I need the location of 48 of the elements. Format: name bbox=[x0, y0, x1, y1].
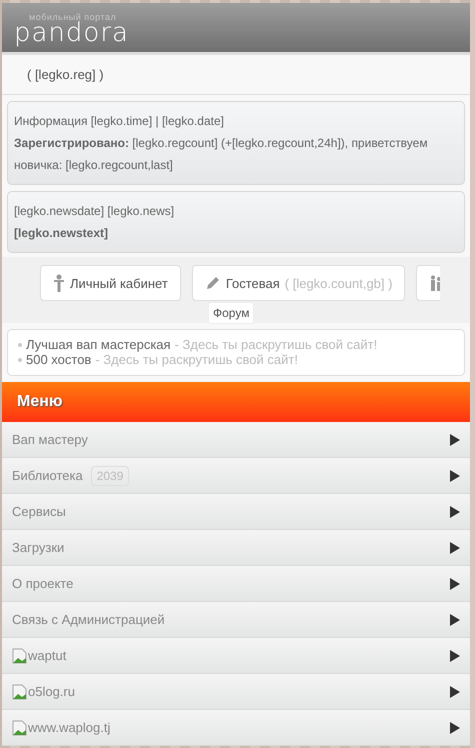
bullet-icon bbox=[18, 342, 22, 346]
arrow-icon bbox=[450, 722, 460, 734]
menu-item[interactable]: Связь с Администрацией bbox=[2, 602, 470, 638]
arrow-icon bbox=[450, 434, 460, 446]
ad-text: - Здесь ты раскрутишь свой сайт! bbox=[95, 352, 298, 367]
arrow-icon bbox=[450, 650, 460, 662]
menu-item[interactable]: О проекте bbox=[2, 566, 470, 602]
menu-label: Связь с Администрацией bbox=[12, 612, 165, 627]
ad-link[interactable]: Лучшая вап мастерская bbox=[26, 337, 171, 352]
broken-image-icon bbox=[12, 648, 28, 664]
menu-label: Вап мастеру bbox=[12, 432, 88, 447]
arrow-icon bbox=[450, 614, 460, 626]
tagline: мобильный портал bbox=[29, 12, 116, 22]
menu-label: О проекте bbox=[12, 576, 74, 591]
menu-label: Сервисы bbox=[12, 504, 66, 519]
menu-item[interactable]: Загрузки bbox=[2, 530, 470, 566]
menu-item[interactable]: Сервисы bbox=[2, 494, 470, 530]
reg-link[interactable]: ( [legko.reg] ) bbox=[2, 55, 470, 95]
menu-label: o5log.ru bbox=[28, 684, 75, 699]
arrow-icon bbox=[450, 578, 460, 590]
menu-label: Библиотека bbox=[12, 468, 83, 483]
news-text: [legko.newstext] bbox=[14, 225, 110, 242]
info-text: Информация [legko.time] | [legko.date] bbox=[14, 113, 225, 130]
arrow-icon bbox=[450, 542, 460, 554]
ad-link[interactable]: 500 хостов bbox=[26, 352, 92, 367]
menu-header: Меню bbox=[2, 382, 470, 422]
arrow-icon bbox=[450, 470, 460, 482]
menu-item[interactable]: Вап мастеру bbox=[2, 422, 470, 458]
person-icon bbox=[53, 274, 65, 292]
info-text: Зарегистрировано: [legko.regcount] (+[legko.regcount,24h]), приветствуем новичка: [legko.regcount,last] bbox=[14, 135, 429, 174]
menu-label: www.waplog.tj bbox=[28, 720, 110, 735]
pencil-icon bbox=[204, 275, 221, 291]
menu-item[interactable]: o5log.ru bbox=[2, 674, 470, 710]
arrow-icon bbox=[450, 686, 460, 698]
menu-item[interactable]: waptut bbox=[2, 638, 470, 674]
bullet-icon bbox=[18, 358, 22, 362]
arrow-icon bbox=[450, 506, 460, 518]
forum-tooltip[interactable]: Форум bbox=[208, 302, 254, 324]
logo[interactable]: pandora bbox=[14, 22, 470, 44]
menu-label: waptut bbox=[28, 648, 66, 663]
news-title: [legko.newsdate] [legko.news] bbox=[14, 203, 176, 220]
ad-text: - Здесь ты раскрутишь свой сайт! bbox=[174, 337, 378, 352]
broken-image-icon bbox=[12, 684, 28, 700]
menu-label: Загрузки bbox=[12, 540, 64, 555]
menu-item[interactable]: www.waplog.tj bbox=[2, 710, 470, 746]
nav-button[interactable]: Гостевая ( [legko.count,gb] ) bbox=[192, 265, 406, 301]
broken-image-icon bbox=[12, 720, 28, 736]
nav-button[interactable]: Личный кабинет bbox=[40, 265, 181, 301]
